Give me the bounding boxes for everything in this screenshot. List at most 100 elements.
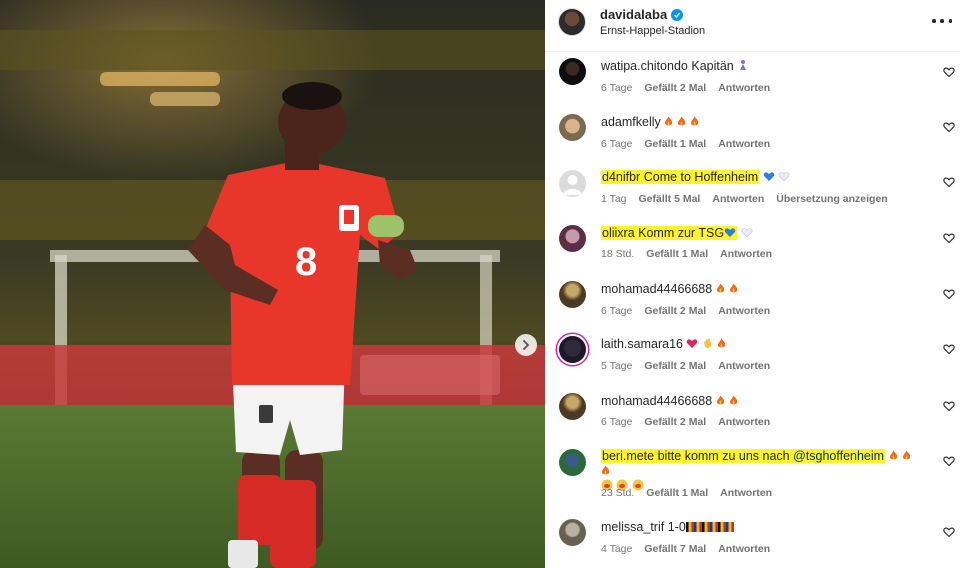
fire-emoji-group <box>716 282 742 296</box>
reply-button[interactable]: Antworten <box>718 360 770 372</box>
comment-text: Kapitän <box>691 59 734 73</box>
comment-username[interactable]: beri.mete <box>602 449 654 463</box>
like-heart-icon[interactable] <box>943 176 955 188</box>
post-location[interactable]: Ernst-Happel-Stadion <box>600 25 705 37</box>
chevron-right-icon <box>523 340 530 350</box>
comment-age: 1 Tag <box>601 193 627 205</box>
avatar[interactable] <box>559 225 586 252</box>
comment-username[interactable]: mohamad44466688 <box>601 394 712 408</box>
comment-age: 18 Std. <box>601 248 635 260</box>
soccer-player-photo: 8 <box>0 0 545 568</box>
comment-likes[interactable]: Gefällt 2 Mal <box>644 82 706 94</box>
comment-text: 1-0 <box>667 520 686 534</box>
white-heart-icon <box>741 227 753 241</box>
avatar[interactable] <box>559 58 586 85</box>
comment-age: 23 Std. <box>601 487 635 499</box>
mention-link[interactable]: @tsghoffenheim <box>793 449 884 463</box>
like-heart-icon[interactable] <box>943 526 955 538</box>
post-username[interactable]: davidalaba <box>600 7 684 22</box>
comment-username[interactable]: watipa.chitondo <box>601 59 688 73</box>
fire-emoji-group <box>716 394 742 408</box>
fire-icon <box>718 338 726 348</box>
reply-button[interactable]: Antworten <box>718 138 770 150</box>
comment-username[interactable]: d4nifbr <box>602 170 640 184</box>
like-heart-icon[interactable] <box>943 121 955 133</box>
comment-likes[interactable]: Gefällt 2 Mal <box>644 305 706 317</box>
comment-text: Come to Hoffenheim <box>643 170 759 184</box>
comment-text: Komm zur TSG <box>638 226 725 240</box>
comments-panel: davidalaba Ernst-Happel-Stadion watipa.c… <box>545 0 960 568</box>
comment-age: 6 Tage <box>601 416 633 428</box>
flag-icon <box>725 522 734 532</box>
avatar[interactable] <box>559 519 586 546</box>
post-photo: 8 <box>0 0 545 568</box>
flag-icon <box>701 522 710 532</box>
like-heart-icon[interactable] <box>943 343 955 355</box>
more-options-icon[interactable] <box>932 13 952 29</box>
fire-icon <box>729 283 737 293</box>
avatar[interactable] <box>558 8 586 36</box>
reply-button[interactable]: Antworten <box>712 193 764 205</box>
fire-icon <box>665 116 673 126</box>
comment-age: 5 Tage <box>601 360 633 372</box>
like-heart-icon[interactable] <box>943 455 955 467</box>
reply-button[interactable]: Antworten <box>720 248 772 260</box>
comment-likes[interactable]: Gefällt 1 Mal <box>646 487 708 499</box>
comment-likes[interactable]: Gefällt 1 Mal <box>644 138 706 150</box>
avatar[interactable] <box>559 393 586 420</box>
like-heart-icon[interactable] <box>943 232 955 244</box>
post-header: davidalaba Ernst-Happel-Stadion <box>545 0 960 52</box>
avatar[interactable] <box>559 170 586 197</box>
like-heart-icon[interactable] <box>943 400 955 412</box>
fire-emoji-group <box>664 115 703 129</box>
comment-likes[interactable]: Gefällt 1 Mal <box>646 248 708 260</box>
default-avatar-icon <box>563 175 582 195</box>
translate-button[interactable]: Übersetzung anzeigen <box>776 193 887 205</box>
blue-heart-icon <box>724 227 736 241</box>
fire-icon <box>716 395 724 405</box>
fire-icon <box>716 283 724 293</box>
reply-button[interactable]: Antworten <box>718 82 770 94</box>
comment-username[interactable]: melissa_trif <box>601 520 664 534</box>
comment-username[interactable]: adamfkelly <box>601 115 661 129</box>
comment-likes[interactable]: Gefällt 5 Mal <box>639 193 701 205</box>
like-heart-icon[interactable] <box>943 66 955 78</box>
person-emoji-icon <box>737 59 749 74</box>
comment-username[interactable]: oliixra <box>602 226 635 240</box>
flag-icon <box>685 522 694 532</box>
reply-button[interactable]: Antworten <box>718 305 770 317</box>
comment-likes[interactable]: Gefällt 7 Mal <box>644 543 706 555</box>
red-heart-icon <box>686 338 698 352</box>
reply-button[interactable]: Antworten <box>718 416 770 428</box>
comment-likes[interactable]: Gefällt 2 Mal <box>644 416 706 428</box>
comment-age: 4 Tage <box>601 543 633 555</box>
like-heart-icon[interactable] <box>943 288 955 300</box>
fire-icon <box>729 395 737 405</box>
fire-icon <box>691 116 699 126</box>
verified-badge-icon <box>671 8 684 21</box>
comment-age: 6 Tage <box>601 305 633 317</box>
fire-icon <box>889 450 897 460</box>
avatar[interactable] <box>559 114 586 141</box>
reply-button[interactable]: Antworten <box>718 543 770 555</box>
avatar[interactable] <box>559 336 586 363</box>
comment-likes[interactable]: Gefällt 2 Mal <box>644 360 706 372</box>
next-image-button[interactable] <box>515 334 537 356</box>
flag-emoji-group <box>685 520 734 534</box>
comment-username[interactable]: laith.samara16 <box>601 337 683 351</box>
comment-age: 6 Tage <box>601 138 633 150</box>
fire-icon <box>678 116 686 126</box>
comment-username[interactable]: mohamad44466688 <box>601 282 712 296</box>
flag-icon <box>709 522 718 532</box>
blue-heart-icon <box>763 171 775 185</box>
fire-icon <box>601 465 610 475</box>
avatar[interactable] <box>559 449 586 476</box>
jersey-number: 8 <box>295 240 317 284</box>
avatar[interactable] <box>559 281 586 308</box>
fire-icon <box>902 450 910 460</box>
flag-icon <box>693 522 702 532</box>
comment-age: 6 Tage <box>601 82 633 94</box>
clapping-hands-icon <box>702 337 714 352</box>
white-heart-icon <box>778 171 790 185</box>
reply-button[interactable]: Antworten <box>720 487 772 499</box>
